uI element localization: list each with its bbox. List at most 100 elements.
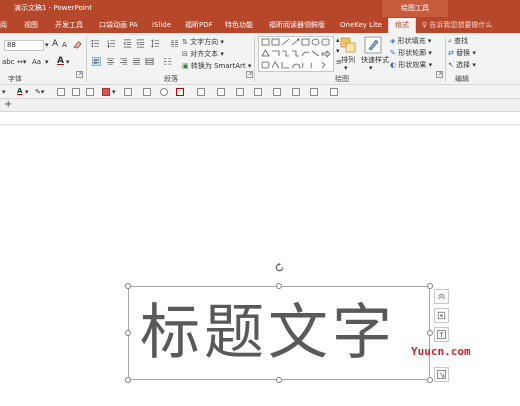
resize-handle-bottom[interactable]	[276, 377, 282, 383]
arrange-dropdown-icon[interactable]: ▾	[344, 63, 348, 73]
font-size-dropdown-icon[interactable]: ▾	[45, 40, 49, 50]
quick-dropdown-icon[interactable]: ▾	[2, 87, 6, 97]
shape-effects-button[interactable]: ◐ 形状效果 ▾	[390, 60, 432, 70]
quick-color-fill-icon[interactable]	[102, 88, 110, 96]
clear-format-icon[interactable]	[73, 40, 82, 49]
align-center-icon[interactable]	[106, 57, 115, 66]
tab-foxit-reader[interactable]: 福昕阅读器领鲜版	[269, 17, 325, 33]
quick-crop-icon[interactable]	[236, 88, 244, 96]
tab-onekey-lite[interactable]: OneKey Lite	[340, 17, 382, 33]
column-settings-icon[interactable]	[163, 57, 172, 66]
quick-table-icon[interactable]	[72, 88, 80, 96]
change-case-dropdown-icon[interactable]: ▾	[45, 57, 49, 67]
tab-developer[interactable]: 开发工具	[55, 17, 83, 33]
resize-handle-bottom-right[interactable]	[427, 377, 433, 383]
quick-styles-icon[interactable]	[364, 36, 382, 54]
quick-shape-icon[interactable]	[57, 88, 65, 96]
paragraph-dialog-launcher-icon[interactable]	[246, 71, 253, 78]
resize-handle-top-left[interactable]	[125, 283, 131, 289]
quick-styles-dropdown-icon[interactable]: ▾	[369, 63, 373, 73]
ribbon: 88 ▾ A A abc ↔▾ Aa ▾ A ▾ 字体 ⇅ 文字方向 ▾ ⊟ 对…	[0, 33, 520, 85]
line-spacing-icon[interactable]	[151, 39, 160, 48]
font-size-input[interactable]: 88	[4, 40, 44, 51]
quick-color-dropdown-icon[interactable]: ▾	[112, 87, 116, 97]
align-text-button[interactable]: ⊟ 对齐文本 ▾	[182, 49, 224, 59]
font-color-dropdown-icon[interactable]: ▾	[66, 57, 70, 67]
shapes-gallery[interactable]	[258, 36, 334, 72]
rotate-handle-icon[interactable]	[274, 262, 285, 273]
align-right-icon[interactable]	[119, 57, 128, 66]
change-case-button[interactable]: Aa	[32, 57, 41, 67]
decrease-indent-icon[interactable]	[123, 39, 132, 48]
quick-target-icon[interactable]	[176, 88, 184, 96]
quick-font-color-dropdown-icon[interactable]: ▾	[25, 87, 29, 97]
quick-highlight-icon[interactable]: ✎▾	[35, 87, 44, 97]
tab-format[interactable]: 格式	[388, 18, 416, 33]
quick-print-icon[interactable]	[310, 88, 318, 96]
shape-outline-button[interactable]: ✎ 形状轮廓 ▾	[390, 48, 432, 58]
quick-pen-icon[interactable]	[273, 88, 281, 96]
resize-handle-top-right[interactable]	[427, 283, 433, 289]
distribute-icon[interactable]	[145, 57, 154, 66]
tab-pocket-animation[interactable]: 口袋动画 PA	[99, 17, 138, 33]
increase-font-button[interactable]: A	[52, 39, 58, 49]
quick-save-icon[interactable]	[330, 88, 338, 96]
drawing-group-label: 绘图	[335, 75, 349, 83]
add-slide-button[interactable]: +	[4, 99, 12, 111]
font-dialog-launcher-icon[interactable]	[76, 71, 83, 78]
numbering-icon[interactable]	[107, 39, 116, 48]
smartart-icon: ▣	[182, 62, 191, 70]
side-layout-options-button[interactable]	[434, 308, 449, 323]
convert-smartart-button[interactable]: ▣ 转换为 SmartArt ▾	[182, 61, 251, 71]
columns-icon[interactable]	[170, 39, 179, 48]
quick-grid-icon[interactable]	[86, 88, 94, 96]
quick-picture-icon[interactable]	[217, 88, 225, 96]
tell-me-search[interactable]: ♀ 告诉我您想要做什么	[422, 17, 492, 33]
font-color-button[interactable]: A	[57, 56, 64, 66]
side-text-button[interactable]	[434, 327, 449, 342]
resize-handle-top[interactable]	[276, 283, 282, 289]
text-direction-label: 文字方向	[190, 38, 219, 46]
tab-review[interactable]: 阅	[0, 17, 7, 33]
tab-view[interactable]: 视图	[24, 17, 38, 33]
align-text-icon: ⊟	[182, 50, 191, 58]
select-dropdown-icon: ▾	[470, 61, 476, 69]
bullets-icon[interactable]	[91, 39, 100, 48]
side-collapse-button[interactable]	[434, 289, 449, 304]
resize-handle-left[interactable]	[125, 330, 131, 336]
replace-button[interactable]: ⇄ 替换 ▾	[448, 48, 476, 58]
find-button[interactable]: ⌕ 查找	[448, 36, 468, 46]
tab-islide[interactable]: iSlide	[152, 17, 171, 33]
resize-handle-bottom-left[interactable]	[125, 377, 131, 383]
text-direction-dropdown-icon: ▾	[218, 38, 224, 46]
drawing-tools-context: 绘图工具	[382, 0, 448, 17]
drawing-dialog-launcher-icon[interactable]	[436, 71, 443, 78]
tab-foxit-pdf[interactable]: 福昕PDF	[185, 17, 213, 33]
quick-styles-button[interactable]: 快速样式	[361, 55, 389, 65]
replace-icon: ⇄	[448, 49, 457, 57]
increase-indent-icon[interactable]	[136, 39, 145, 48]
quick-font-color-button[interactable]: A	[17, 86, 22, 96]
select-button[interactable]: ↖ 选择 ▾	[448, 60, 476, 70]
shadow-button[interactable]: abc	[2, 57, 15, 67]
slide-title-text[interactable]: 标题文字	[140, 297, 396, 369]
ribbon-tab-bar: 阅 视图 开发工具 口袋动画 PA iSlide 福昕PDF 特色功能 福昕阅读…	[0, 17, 520, 33]
quick-frame-icon[interactable]	[254, 88, 262, 96]
tab-special-features[interactable]: 特色功能	[225, 17, 253, 33]
side-resize-button[interactable]	[434, 367, 449, 382]
arrange-icon[interactable]	[339, 36, 357, 54]
char-spacing-icon[interactable]: ↔▾	[17, 57, 26, 67]
text-direction-button[interactable]: ⇅ 文字方向 ▾	[182, 37, 224, 47]
quick-lock-icon[interactable]	[292, 88, 300, 96]
shape-fill-button[interactable]: ◈ 形状填充 ▾	[390, 36, 431, 46]
align-left-icon[interactable]	[92, 57, 101, 66]
quick-image-icon[interactable]	[124, 88, 132, 96]
quick-chart-icon[interactable]	[143, 88, 151, 96]
resize-handle-right[interactable]	[427, 330, 433, 336]
decrease-font-button[interactable]: A	[62, 40, 67, 50]
replace-label: 替换	[456, 49, 471, 57]
justify-icon[interactable]	[132, 57, 141, 66]
group-divider	[254, 36, 255, 82]
quick-layout-icon[interactable]	[197, 88, 205, 96]
quick-circle-icon[interactable]	[160, 88, 168, 96]
